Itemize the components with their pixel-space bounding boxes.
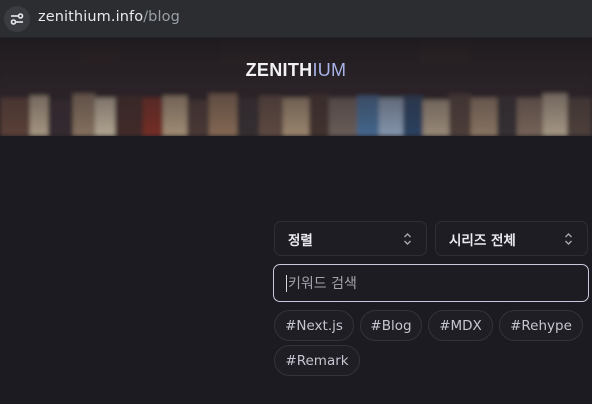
- tag-chip[interactable]: #MDX: [428, 310, 493, 341]
- url-text[interactable]: zenithium.info/blog: [38, 9, 180, 25]
- site-title-part1: ZENITH: [245, 60, 313, 80]
- tag-chip[interactable]: #Next.js: [274, 310, 354, 341]
- hero-background-image: [0, 38, 592, 136]
- site-settings-icon[interactable]: [4, 6, 30, 32]
- series-select-label: 시리즈 전체: [449, 232, 516, 249]
- tag-label: #Rehype: [510, 317, 572, 334]
- url-path: /blog: [143, 9, 180, 25]
- chevron-up-down-icon: [404, 233, 411, 245]
- search-placeholder: 키워드 검색: [288, 276, 357, 292]
- tag-label: #Remark: [285, 352, 349, 369]
- url-host: zenithium.info: [38, 9, 144, 25]
- tag-chip[interactable]: #Blog: [360, 310, 422, 341]
- sort-select[interactable]: 정렬: [274, 221, 427, 256]
- tag-chip[interactable]: #Rehype: [499, 310, 583, 341]
- hero-banner: ZENITHIUM: [0, 38, 592, 136]
- text-cursor: [286, 274, 287, 292]
- tag-label: #Blog: [370, 317, 412, 334]
- series-select[interactable]: 시리즈 전체: [435, 221, 588, 256]
- tag-label: #MDX: [439, 317, 482, 334]
- tag-chip[interactable]: #Remark: [274, 345, 360, 376]
- search-input[interactable]: 키워드 검색: [273, 264, 589, 302]
- chevron-up-down-icon: [565, 233, 572, 245]
- site-title[interactable]: ZENITHIUM: [0, 60, 592, 81]
- tag-label: #Next.js: [285, 317, 343, 334]
- site-title-part2: IUM: [312, 60, 347, 80]
- sort-select-label: 정렬: [288, 232, 313, 249]
- browser-address-bar[interactable]: zenithium.info/blog: [0, 0, 592, 38]
